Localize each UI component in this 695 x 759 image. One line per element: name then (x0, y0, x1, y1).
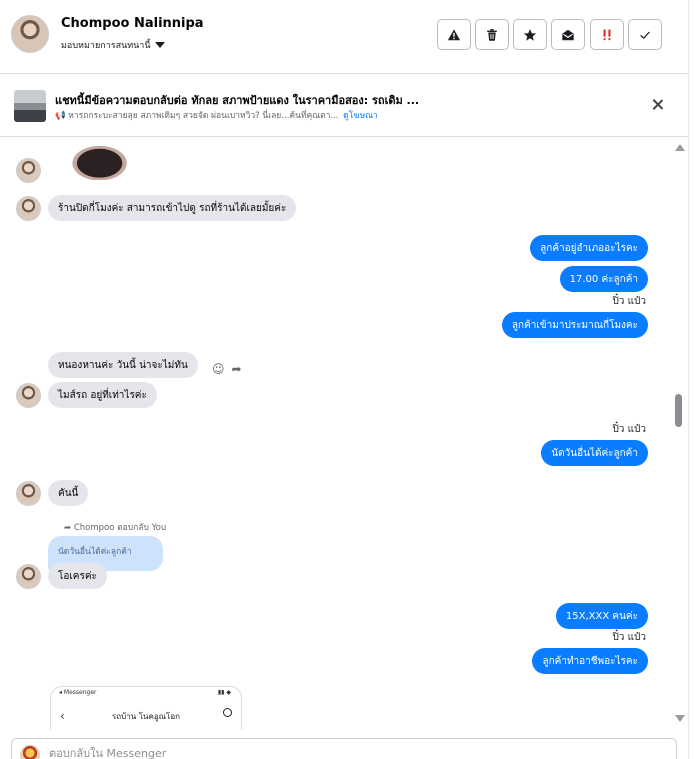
shot-title: รถบ้าน โนคอูณโอก (111, 712, 180, 721)
alert-triangle-icon (447, 28, 461, 40)
incoming-message[interactable]: หนองหานค่ะ วันนี้ น่าจะไม่ทัน (48, 352, 198, 378)
page-avatar (20, 745, 40, 759)
star-button[interactable] (513, 19, 547, 50)
envelope-open-icon (562, 29, 574, 40)
scroll-thumb[interactable] (675, 394, 682, 427)
contact-avatar-small (16, 383, 41, 408)
incoming-message[interactable]: โอเครค่ะ (48, 563, 107, 589)
check-icon (640, 31, 650, 39)
trash-icon (487, 28, 497, 41)
messenger-inbox-window: Chompoo Nalinnipa มอบหมายการสนทนานี้ แชท… (0, 0, 695, 759)
seen-receipt: ปิ๋ว แป๋ว (612, 632, 646, 643)
seen-receipt: ปิ๋ว แป๋ว (612, 296, 646, 307)
outgoing-message[interactable]: ลูกค้าอยู่อำเภออะไรคะ (530, 235, 648, 261)
assign-conversation-dropdown[interactable]: มอบหมายการสนทนานี้ (61, 38, 165, 52)
mark-spam-button[interactable] (437, 19, 471, 50)
ad-thumbnail[interactable] (14, 90, 46, 122)
smiley-icon[interactable]: ☺ (212, 362, 225, 376)
reply-input[interactable] (49, 747, 649, 759)
reply-indicator: ➦ Chompoo ตอบกลับ You (64, 520, 166, 534)
double-exclamation-icon (603, 28, 611, 40)
contact-avatar-small (16, 196, 41, 221)
ad-subtitle: 📢 หารถกระบะสายลุย สภาพเดิมๆ สวยจัด ผ่อนเ… (55, 111, 339, 121)
ad-title: แชทนี้มีข้อความตอบกลับต่อ ทักลย สภาพป้าย… (55, 94, 420, 107)
delete-button[interactable] (475, 19, 509, 50)
outgoing-message[interactable]: ลูกค้าเข้ามาประมาณกี่โมงคะ (501, 312, 648, 338)
photo-attachment[interactable] (60, 138, 132, 180)
contact-avatar-small (16, 158, 41, 183)
scroll-up-arrow-icon[interactable] (675, 144, 685, 151)
reply-arrow-icon[interactable]: ➦ (232, 362, 242, 376)
follow-up-button[interactable] (590, 19, 624, 50)
incoming-message[interactable]: ร้านปิดกี่โมงค่ะ สามารถเข้าไปดู รถที่ร้า… (48, 195, 297, 221)
thread-scrollbar[interactable] (670, 138, 688, 730)
search-icon (223, 708, 232, 717)
incoming-message[interactable]: คันนี้ (48, 480, 89, 506)
ad-context-banner: แชทนี้มีข้อความตอบกลับต่อ ทักลย สภาพป้าย… (0, 75, 688, 137)
reply-meta-text: Chompoo ตอบกลับ You (73, 523, 167, 533)
assign-label: มอบหมายการสนทนานี้ (61, 41, 151, 51)
contact-avatar[interactable] (11, 15, 49, 53)
incoming-message[interactable]: ไมส์รถ อยู่ที่เท่าไรค่ะ (48, 382, 157, 408)
contact-name[interactable]: Chompoo Nalinnipa (61, 16, 204, 31)
scroll-down-arrow-icon[interactable] (675, 715, 685, 722)
mark-unread-button[interactable] (551, 19, 585, 50)
contact-avatar-small (16, 481, 41, 506)
seen-receipt: ปิ๋ว แป๋ว (612, 424, 646, 435)
contact-avatar-small (16, 564, 41, 589)
message-thread: ร้านปิดกี่โมงค่ะ สามารถเข้าไปดู รถที่ร้า… (0, 138, 670, 730)
panel-divider (688, 0, 689, 759)
outgoing-message[interactable]: 17.00 ค่ะลูกค้า (559, 266, 648, 292)
caret-down-icon (154, 42, 165, 48)
reply-composer[interactable] (11, 738, 677, 759)
shot-status: ◂ Messenger (59, 689, 97, 696)
message-actions: ☺ ➦ (212, 362, 242, 376)
ad-subtitle-row: 📢 หารถกระบะสายลุย สภาพเดิมๆ สวยจัด ผ่อนเ… (55, 108, 378, 122)
outgoing-message[interactable]: นัดวันอื่นได้ค่ะลูกค้า (541, 440, 648, 466)
outgoing-message[interactable]: 15X,XXX คนค่ะ (555, 603, 648, 629)
outgoing-message[interactable]: ลูกค้าทำอาชีพอะไรคะ (532, 648, 648, 674)
conversation-header: Chompoo Nalinnipa มอบหมายการสนทนานี้ (0, 0, 688, 74)
view-ad-link[interactable]: ดูโฆษณา (343, 111, 378, 121)
signal-icon: ▮▮ ◆ (217, 689, 231, 696)
close-banner-button[interactable] (650, 97, 666, 113)
star-icon (523, 28, 537, 41)
reply-arrow-icon: ➦ (64, 523, 72, 533)
mark-done-button[interactable] (628, 19, 662, 50)
screenshot-attachment[interactable]: ◂ Messenger ▮▮ ◆ ‹ รถบ้าน โนคอูณโอก (50, 686, 242, 730)
